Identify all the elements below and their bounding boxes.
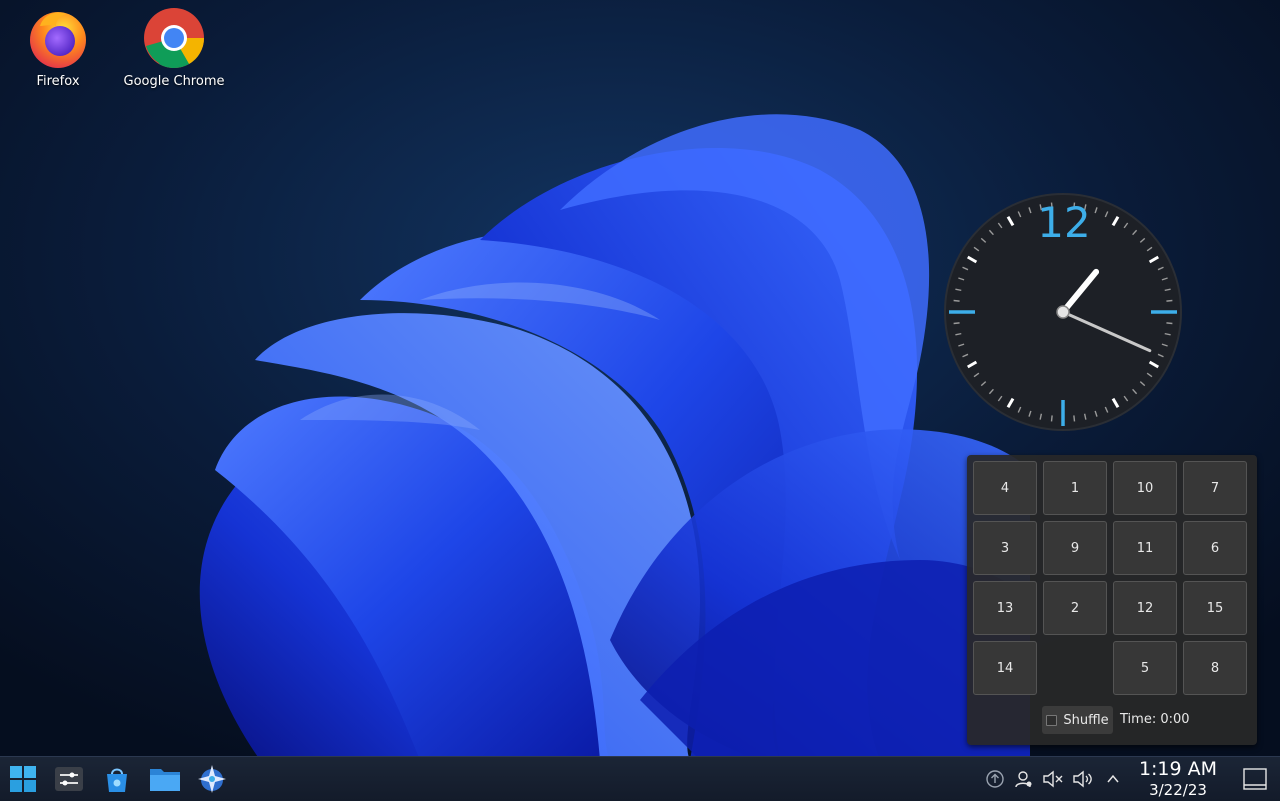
desktop-icon-label: Google Chrome [123, 74, 225, 89]
puzzle-tile[interactable]: 12 [1113, 581, 1177, 635]
tray-user-status[interactable] [1013, 768, 1035, 790]
system-settings-button[interactable] [53, 763, 85, 795]
puzzle-timer: Time: 0:00 [1120, 712, 1190, 727]
user-status-icon [1015, 771, 1032, 788]
puzzle-tile[interactable]: 10 [1113, 461, 1177, 515]
chrome-icon [144, 8, 204, 69]
clock-date: 3/22/23 [1149, 781, 1207, 799]
windows-start-icon [10, 766, 36, 792]
clock-tick [953, 299, 960, 302]
kde-connect-button[interactable] [196, 763, 228, 795]
file-manager-button[interactable] [149, 763, 181, 795]
tray-expand[interactable] [1102, 768, 1124, 790]
folder-icon [150, 769, 180, 791]
clock-center-pin [1056, 305, 1070, 319]
tray-volume[interactable] [1072, 768, 1094, 790]
show-desktop-button[interactable] [1239, 763, 1271, 795]
taskbar: 1:19 AM 3/22/23 [0, 756, 1280, 801]
application-launcher-button[interactable] [7, 763, 39, 795]
puzzle-tile[interactable]: 6 [1183, 521, 1247, 575]
show-desktop-icon [1243, 768, 1267, 790]
discover-store-button[interactable] [101, 763, 133, 795]
star-app-icon [198, 765, 226, 793]
firefox-icon [30, 12, 86, 68]
shuffle-label: Shuffle [1063, 712, 1109, 728]
analog-clock-widget[interactable]: 12 [943, 192, 1183, 432]
expand-tray-icon [1107, 774, 1119, 783]
puzzle-tile[interactable]: 4 [973, 461, 1037, 515]
desktop-icon-firefox[interactable]: Firefox [3, 6, 113, 89]
fifteen-puzzle-widget: 4 1 10 7 3 9 11 6 13 2 12 15 14 5 8 Shuffle Time: 0:00 [967, 455, 1257, 745]
tray-mute[interactable] [1042, 768, 1064, 790]
updates-icon [986, 770, 1004, 788]
clock-tick [1166, 299, 1173, 302]
puzzle-tile[interactable]: 9 [1043, 521, 1107, 575]
clock-tick [953, 322, 960, 325]
puzzle-tile[interactable]: 1 [1043, 461, 1107, 515]
clock-numeral-12: 12 [1037, 198, 1090, 247]
puzzle-tile[interactable]: 15 [1183, 581, 1247, 635]
desktop-icon-chrome[interactable]: Google Chrome [119, 6, 229, 89]
desktop-icon-label: Firefox [36, 74, 80, 89]
tray-updates[interactable] [984, 768, 1006, 790]
clock-time: 1:19 AM [1138, 758, 1218, 780]
puzzle-tile[interactable]: 2 [1043, 581, 1107, 635]
puzzle-tile[interactable]: 11 [1113, 521, 1177, 575]
puzzle-tile[interactable]: 13 [973, 581, 1037, 635]
store-bag-icon [107, 768, 127, 792]
settings-sliders-icon [55, 767, 83, 791]
shuffle-button[interactable]: Shuffle [1042, 706, 1113, 734]
puzzle-tile[interactable]: 14 [973, 641, 1037, 695]
puzzle-tile[interactable]: 3 [973, 521, 1037, 575]
puzzle-tile[interactable]: 7 [1183, 461, 1247, 515]
puzzle-tile[interactable]: 5 [1113, 641, 1177, 695]
volume-icon [1073, 770, 1092, 788]
mute-icon [1043, 770, 1063, 788]
clock-tick [1050, 415, 1053, 422]
shuffle-checkbox-icon [1046, 714, 1058, 726]
puzzle-tile[interactable]: 8 [1183, 641, 1247, 695]
clock-tick [1073, 415, 1076, 422]
clock-tick [1166, 322, 1173, 325]
